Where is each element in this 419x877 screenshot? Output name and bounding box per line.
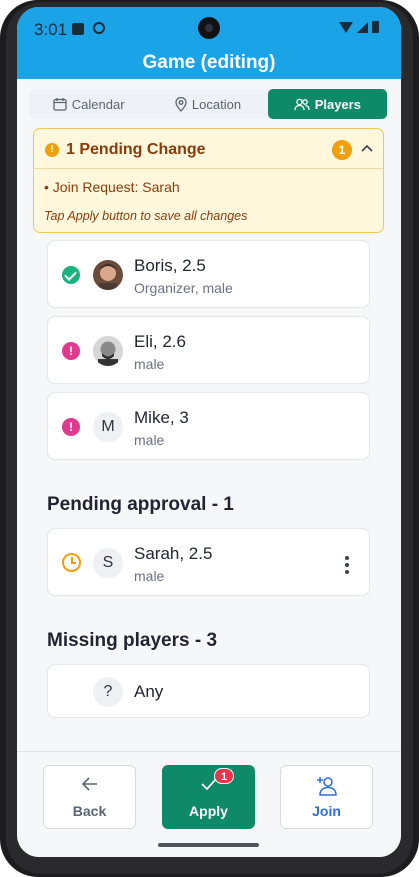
player-card[interactable]: Boris, 2.5 Organizer, male: [47, 240, 370, 308]
status-time: 3:01: [34, 20, 68, 39]
calendar-icon: [53, 98, 67, 111]
avatar: ?: [93, 677, 123, 707]
player-subtitle: Organizer, male: [134, 280, 233, 296]
status-icons: [339, 21, 379, 33]
tab-location-label: Location: [191, 96, 242, 112]
chevron-up-icon[interactable]: [360, 143, 374, 155]
apply-count-badge: 1: [214, 768, 234, 784]
avatar: M: [93, 412, 123, 442]
back-button-label: Back: [72, 803, 107, 819]
apply-button[interactable]: 1 Apply: [162, 765, 255, 829]
avatar: S: [93, 548, 123, 578]
players-icon: [294, 98, 310, 110]
player-card[interactable]: ! Eli, 2.6 male: [47, 316, 370, 384]
player-subtitle: male: [134, 356, 165, 372]
pending-changes-header[interactable]: ! 1 Pending Change 1: [34, 129, 383, 169]
player-card[interactable]: S Sarah, 2.5 male: [47, 528, 370, 596]
pending-changes-hint: Tap Apply button to save all changes: [44, 209, 248, 223]
pending-approval-title: Pending approval - 1: [47, 494, 234, 515]
tab-calendar[interactable]: Calendar: [29, 89, 148, 119]
apply-button-label: Apply: [189, 803, 228, 819]
front-camera: [198, 17, 220, 39]
player-name: Boris, 2.5: [134, 256, 206, 275]
tab-calendar-label: Calendar: [71, 96, 125, 112]
bottom-action-bar: Back 1 Apply Join: [17, 751, 401, 857]
arrow-left-icon: [81, 777, 97, 791]
phone-frame: 3:01 Game (editing) Calendar Location Pl…: [0, 0, 419, 877]
join-button[interactable]: Join: [280, 765, 373, 829]
player-subtitle: male: [134, 568, 165, 584]
check-circle-icon: [62, 266, 80, 284]
pending-count-badge: 1: [332, 140, 352, 160]
home-indicator[interactable]: [158, 843, 259, 847]
clock-icon: [62, 553, 81, 572]
more-options-icon[interactable]: [345, 556, 349, 577]
alert-circle-icon: !: [62, 418, 80, 436]
player-name: Mike, 3: [134, 408, 189, 427]
alert-circle-icon: !: [62, 342, 80, 360]
slot-name: Any: [134, 682, 164, 701]
tab-location[interactable]: Location: [148, 89, 267, 119]
back-button[interactable]: Back: [43, 765, 136, 829]
pending-changes-title: 1 Pending Change: [66, 141, 206, 158]
missing-players-title: Missing players - 3: [47, 630, 218, 651]
battery-icon: [372, 21, 379, 33]
player-card[interactable]: ! M Mike, 3 male: [47, 392, 370, 460]
tab-players-label: Players: [314, 96, 361, 112]
player-name: Eli, 2.6: [134, 332, 186, 351]
missing-player-slot[interactable]: ? Any: [47, 664, 370, 718]
player-subtitle: male: [134, 432, 165, 448]
tab-players[interactable]: Players: [267, 89, 387, 119]
cell-signal-icon: [357, 21, 368, 33]
join-button-label: Join: [312, 803, 341, 819]
app-screen: 3:01 Game (editing) Calendar Location Pl…: [17, 7, 401, 857]
page-title: Game (editing): [142, 52, 276, 73]
tab-bar: Calendar Location Players: [29, 89, 387, 119]
notification-square-icon: [72, 23, 84, 35]
wifi-icon: [339, 21, 353, 33]
avatar: [93, 260, 123, 290]
location-pin-icon: [175, 96, 187, 112]
player-name: Sarah, 2.5: [134, 544, 213, 563]
vpn-globe-icon: [93, 22, 105, 34]
avatar: [93, 336, 123, 366]
pending-changes-panel: ! 1 Pending Change 1 • Join Request: Sar…: [33, 128, 384, 233]
pending-change-item: • Join Request: Sarah: [44, 179, 180, 195]
warning-icon: !: [45, 143, 59, 157]
add-user-icon: [316, 777, 337, 796]
app-header: 3:01 Game (editing): [17, 7, 401, 79]
